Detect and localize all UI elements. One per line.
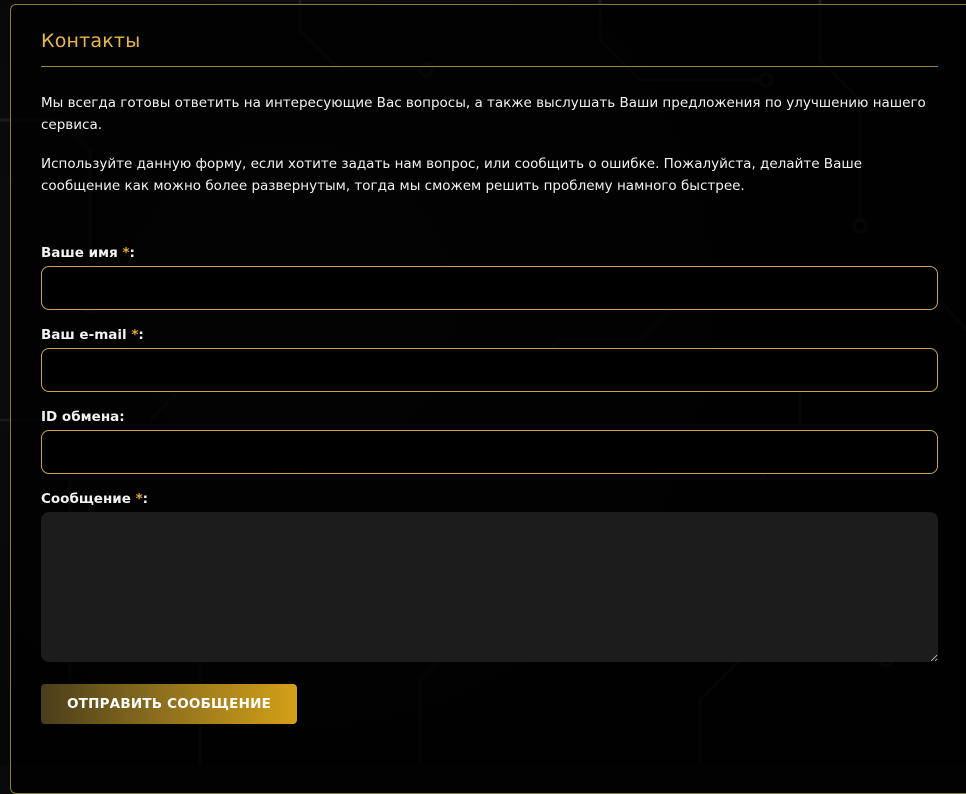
- message-label-text: Сообщение: [41, 491, 131, 507]
- message-label-suffix: :: [142, 491, 149, 507]
- exchange-id-label: ID обмена:: [41, 409, 125, 425]
- exchange-id-label-text: ID обмена:: [41, 409, 125, 425]
- email-label-text: Ваш e-mail: [41, 327, 127, 343]
- name-label: Ваше имя *:: [41, 245, 135, 261]
- message-textarea[interactable]: [41, 512, 938, 662]
- email-label-suffix: :: [138, 327, 144, 343]
- name-label-text: Ваше имя: [41, 245, 118, 261]
- name-input[interactable]: [41, 266, 938, 310]
- message-label: Сообщение *:: [41, 491, 148, 507]
- exchange-id-input[interactable]: [41, 430, 938, 474]
- intro-text-1: Мы всегда готовы ответить на интересующи…: [41, 95, 926, 133]
- page-title: Контакты: [41, 30, 141, 52]
- contacts-panel: Контакты Мы всегда готовы ответить на ин…: [10, 4, 966, 794]
- email-input[interactable]: [41, 348, 938, 392]
- name-required-marker: *: [122, 245, 130, 261]
- email-label: Ваш e-mail *:: [41, 327, 144, 343]
- submit-button[interactable]: ОТПРАВИТЬ СООБЩЕНИЕ: [41, 684, 297, 724]
- name-label-suffix: :: [129, 245, 135, 261]
- title-divider: [41, 66, 938, 67]
- message-required-marker: *: [135, 491, 143, 507]
- intro-text-2: Используйте данную форму, если хотите за…: [41, 156, 863, 194]
